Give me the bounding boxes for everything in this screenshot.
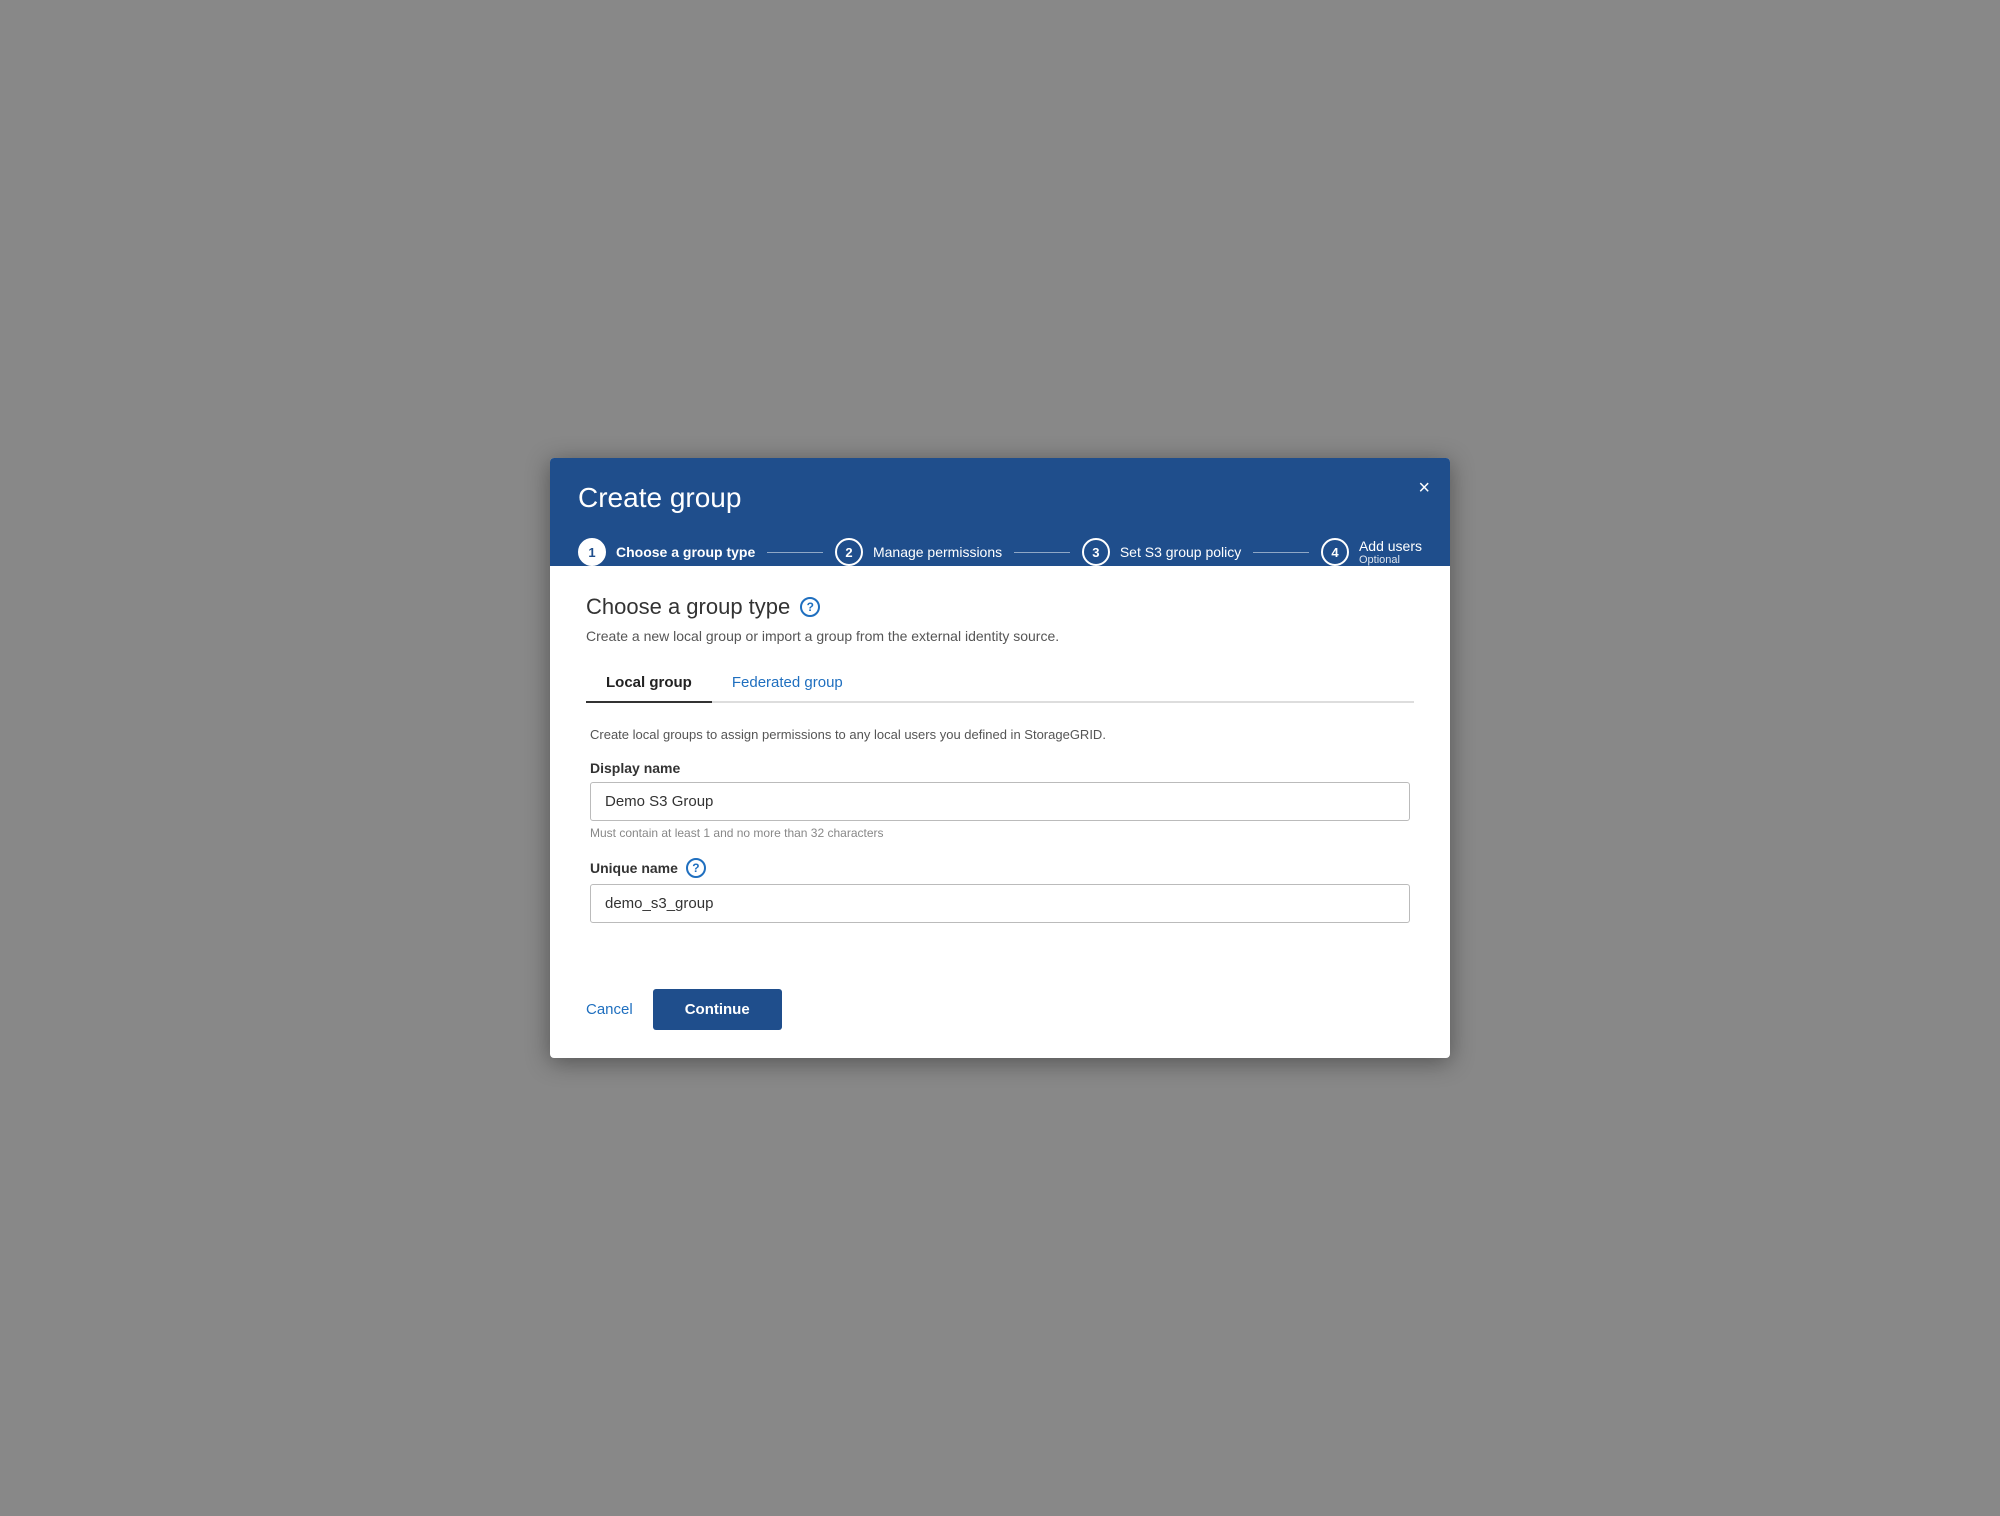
step-3-label: Set S3 group policy (1120, 544, 1241, 560)
step-2: 2 Manage permissions (835, 538, 1002, 566)
display-name-input[interactable] (590, 782, 1410, 821)
unique-name-input[interactable] (590, 884, 1410, 923)
step-1: 1 Choose a group type (578, 538, 755, 566)
step-2-circle: 2 (835, 538, 863, 566)
step-1-circle: 1 (578, 538, 606, 566)
continue-button[interactable]: Continue (653, 989, 782, 1030)
modal-header: Create group × 1 Choose a group type 2 M… (550, 458, 1450, 566)
step-3-circle: 3 (1082, 538, 1110, 566)
section-title-text: Choose a group type (586, 594, 790, 620)
step-4-circle: 4 (1321, 538, 1349, 566)
step-connector-2 (1014, 552, 1070, 553)
unique-name-label: Unique name ? (590, 858, 1410, 878)
unique-name-help-icon[interactable]: ? (686, 858, 706, 878)
display-name-label: Display name (590, 760, 1410, 776)
modal-body: Choose a group type ? Create a new local… (550, 566, 1450, 969)
section-help-icon[interactable]: ? (800, 597, 820, 617)
form-section: Create local groups to assign permission… (586, 727, 1414, 923)
cancel-button[interactable]: Cancel (586, 1001, 633, 1018)
step-3: 3 Set S3 group policy (1082, 538, 1241, 566)
steps-bar: 1 Choose a group type 2 Manage permissio… (578, 538, 1422, 566)
step-connector-1 (767, 552, 823, 553)
section-description: Create a new local group or import a gro… (586, 628, 1414, 644)
section-title-area: Choose a group type ? (586, 594, 1414, 620)
unique-name-group: Unique name ? (590, 858, 1410, 923)
form-description: Create local groups to assign permission… (590, 727, 1410, 742)
step-connector-3 (1253, 552, 1309, 553)
group-type-tabs: Local group Federated group (586, 664, 1414, 703)
create-group-modal: Create group × 1 Choose a group type 2 M… (550, 458, 1450, 1058)
step-1-label: Choose a group type (616, 544, 755, 560)
tab-local-group[interactable]: Local group (586, 664, 712, 703)
display-name-group: Display name Must contain at least 1 and… (590, 760, 1410, 840)
step-4: 4 Add users Optional (1321, 538, 1422, 566)
tab-federated-group[interactable]: Federated group (712, 664, 863, 703)
display-name-hint: Must contain at least 1 and no more than… (590, 826, 1410, 840)
step-2-label: Manage permissions (873, 544, 1002, 560)
step-4-label: Add users Optional (1359, 538, 1422, 566)
modal-title: Create group (578, 482, 1422, 514)
close-button[interactable]: × (1418, 478, 1430, 498)
modal-footer: Cancel Continue (550, 969, 1450, 1058)
